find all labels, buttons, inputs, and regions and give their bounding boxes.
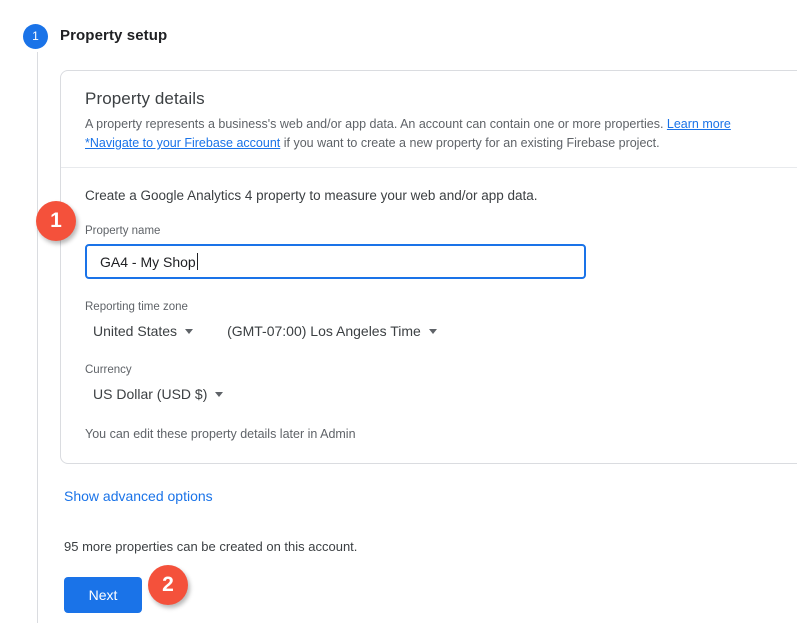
show-advanced-options-link[interactable]: Show advanced options [64, 488, 213, 504]
currency-field-group: Currency US Dollar (USD $) [85, 364, 795, 405]
time-zone-offset-select[interactable]: (GMT-07:00) Los Angeles Time [219, 320, 441, 342]
annotation-badge-2: 2 [148, 565, 188, 605]
step-number-badge: 1 [23, 24, 48, 49]
properties-quota-text: 95 more properties can be created on thi… [64, 539, 358, 554]
text-cursor [196, 253, 198, 270]
card-title: Property details [85, 89, 205, 108]
currency-select[interactable]: US Dollar (USD $) [85, 383, 227, 405]
time-zone-offset-value: (GMT-07:00) Los Angeles Time [227, 323, 421, 339]
chevron-down-icon [215, 391, 224, 397]
property-name-label: Property name [85, 225, 161, 237]
time-zone-selectors: United States (GMT-07:00) Los Angeles Ti… [85, 320, 795, 342]
chevron-down-icon [185, 328, 194, 334]
time-zone-country-value: United States [93, 323, 178, 339]
description-text-part-1: A property represents a business's web a… [85, 117, 667, 131]
card-intro-text: Create a Google Analytics 4 property to … [85, 188, 538, 203]
property-details-card: Property details A property represents a… [60, 70, 797, 464]
time-zone-field-group: Reporting time zone United States (GMT-0… [85, 301, 795, 342]
currency-label: Currency [85, 364, 132, 376]
step-header: 1 Property setup [0, 0, 797, 52]
firebase-account-link[interactable]: *Navigate to your Firebase account [85, 136, 280, 150]
stepper-connector-line [37, 52, 38, 623]
card-body: Create a Google Analytics 4 property to … [61, 168, 797, 463]
time-zone-country-select[interactable]: United States [85, 320, 197, 342]
annotation-badge-1: 1 [36, 201, 76, 241]
property-name-input-value: GA4 - My Shop [100, 253, 196, 270]
time-zone-label: Reporting time zone [85, 301, 188, 313]
card-header: Property details A property represents a… [61, 71, 797, 168]
property-name-input[interactable]: GA4 - My Shop [85, 244, 586, 279]
chevron-down-icon [428, 328, 437, 334]
card-footer-note: You can edit these property details late… [85, 427, 356, 441]
learn-more-link[interactable]: Learn more [667, 117, 731, 131]
currency-value: US Dollar (USD $) [93, 386, 208, 402]
next-button[interactable]: Next [64, 577, 142, 613]
property-name-field-group: Property name GA4 - My Shop [85, 225, 795, 279]
card-description: A property represents a business's web a… [85, 115, 745, 153]
description-text-part-2: if you want to create a new property for… [280, 136, 660, 150]
page-title: Property setup [60, 27, 168, 44]
